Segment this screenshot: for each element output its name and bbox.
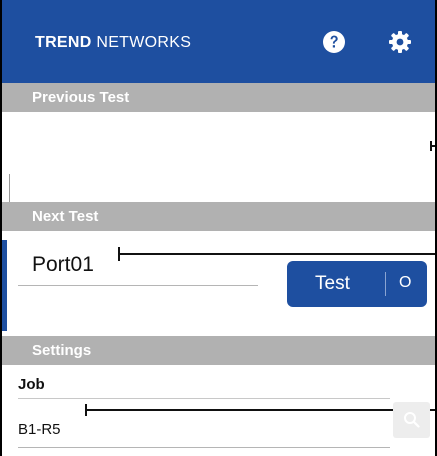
job-field[interactable]: B1-R5 <box>18 421 61 438</box>
previous-test-panel <box>2 112 435 202</box>
job-marker-line <box>85 409 435 411</box>
test-button[interactable]: Test O <box>287 261 427 307</box>
next-test-header: Next Test <box>2 202 435 231</box>
job-search-button[interactable] <box>393 402 430 438</box>
port-field[interactable]: Port01 <box>32 253 94 277</box>
previous-test-label: Previous Test <box>32 89 130 106</box>
test-button-counter: O <box>399 274 412 291</box>
next-test-label: Next Test <box>32 208 99 225</box>
port-field-underline <box>18 285 258 286</box>
brand-logo: TREND NETWORKS <box>35 34 191 52</box>
previous-test-marker-line <box>430 145 435 147</box>
settings-label: Settings <box>32 342 92 359</box>
next-test-accent <box>2 240 7 331</box>
previous-test-divider <box>9 174 10 202</box>
job-field-underline <box>18 447 390 448</box>
test-button-separator <box>385 272 386 296</box>
search-icon <box>404 412 420 428</box>
settings-header: Settings <box>2 336 435 365</box>
app-header: TREND NETWORKS <box>2 0 435 83</box>
job-label: Job <box>18 376 45 393</box>
settings-panel <box>2 366 435 456</box>
help-icon[interactable] <box>322 30 346 54</box>
app-window: TREND NETWORKS Previous Test Next Test P… <box>0 0 437 456</box>
test-button-label: Test <box>315 273 350 294</box>
port-marker-line <box>118 253 435 255</box>
brand-rest: NETWORKS <box>91 34 192 51</box>
brand-bold: TREND <box>35 34 92 51</box>
previous-test-header: Previous Test <box>2 83 435 112</box>
job-divider <box>18 398 390 399</box>
gear-icon[interactable] <box>388 30 412 54</box>
